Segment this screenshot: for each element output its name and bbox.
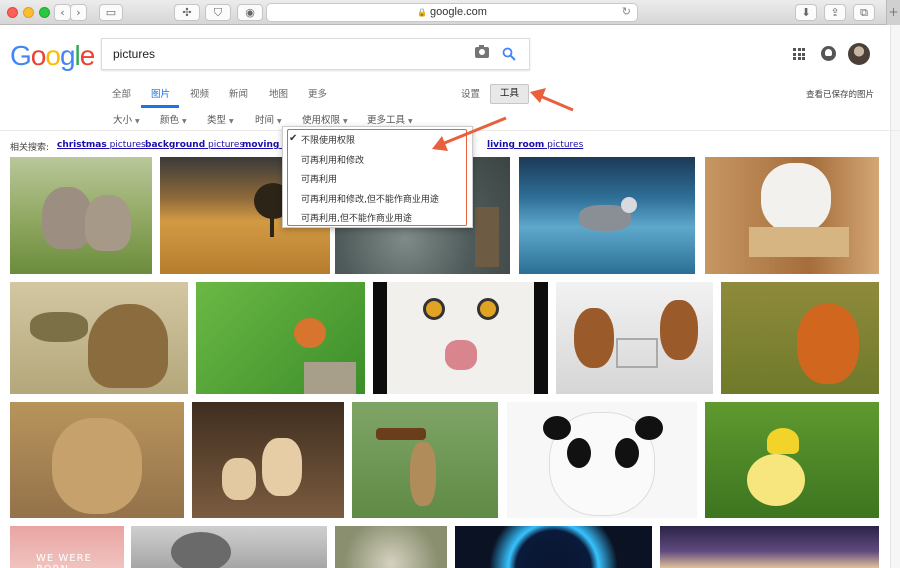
notifications-icon[interactable] (821, 46, 836, 61)
apps-grid-icon[interactable] (793, 48, 805, 60)
related-link-living-room[interactable]: living room pictures (487, 140, 583, 150)
downloads-button[interactable]: ⬇ (795, 4, 817, 21)
caret-down-icon: ▼ (343, 118, 348, 125)
forward-button[interactable]: › (70, 4, 87, 21)
google-logo[interactable]: Google (10, 40, 95, 72)
image-smoke-cloud[interactable] (131, 526, 327, 568)
filter-more-tools[interactable]: 更多工具 ▼ (367, 112, 413, 126)
plus-icon: + (888, 5, 899, 19)
pocket-button[interactable]: ⛉ (205, 4, 231, 21)
chevron-right-icon: › (76, 6, 81, 19)
new-tab-button[interactable]: + (886, 0, 900, 25)
tab-videos[interactable]: 视频 (190, 86, 209, 100)
image-fennec-foxes[interactable] (192, 402, 344, 518)
tab-all[interactable]: 全部 (112, 86, 131, 100)
tab-images[interactable]: 图片 (151, 86, 170, 100)
image-round-mirror[interactable] (335, 526, 447, 568)
puzzle-icon: ✣ (182, 6, 192, 19)
reload-icon[interactable]: ↻ (622, 4, 631, 21)
zoom-window-button[interactable] (39, 7, 50, 18)
tools-button[interactable]: 工具 (490, 84, 529, 104)
download-icon: ⬇ (801, 6, 811, 19)
image-squirrels-with-cart[interactable] (556, 282, 713, 394)
chevron-left-icon: ‹ (60, 6, 65, 19)
caret-down-icon: ▼ (135, 118, 140, 125)
back-button[interactable]: ‹ (54, 4, 71, 21)
related-link-christmas[interactable]: christmas pictures (57, 140, 146, 150)
screenshot-button[interactable]: ◉ (237, 4, 263, 21)
search-box (101, 38, 530, 70)
lock-icon: 🔒 (417, 8, 428, 17)
image-frog-with-bottle[interactable] (352, 402, 498, 518)
image-frog-and-robin[interactable] (196, 282, 365, 394)
image-we-were-born[interactable]: WE WERE BORN (10, 526, 124, 568)
annotation-highlight-box (287, 129, 467, 226)
image-lion[interactable] (10, 402, 184, 518)
tabs-icon: ⧉ (860, 6, 868, 19)
camera-icon[interactable] (475, 45, 489, 58)
caret-down-icon: ▼ (408, 118, 413, 125)
search-icon[interactable] (502, 47, 516, 61)
extension-button[interactable]: ✣ (174, 4, 200, 21)
active-tab-indicator (141, 105, 179, 108)
browser-toolbar: ‹ › ▭ ✣ ⛉ ◉ 🔒 google.com ↻ ⬇ ⇪ ⧉ + (0, 0, 900, 25)
sidebar-icon: ▭ (105, 6, 117, 19)
image-panda[interactable] (507, 402, 697, 518)
close-window-button[interactable] (7, 7, 18, 18)
url-text: google.com (430, 6, 487, 18)
share-icon: ⇪ (830, 6, 840, 19)
tab-more[interactable]: 更多 (308, 86, 327, 100)
image-white-kitten[interactable] (705, 157, 879, 274)
caret-down-icon: ▼ (182, 118, 187, 125)
tabs-overview-button[interactable]: ⧉ (853, 4, 875, 21)
settings-link[interactable]: 设置 (461, 86, 480, 100)
saved-images-link[interactable]: 查看已保存的图片 (806, 88, 874, 100)
caret-down-icon: ▼ (277, 118, 282, 125)
avatar[interactable] (848, 43, 870, 65)
search-input[interactable] (113, 46, 453, 62)
sidebar-button[interactable]: ▭ (99, 4, 123, 21)
filter-usage-rights[interactable]: 使用权限 ▼ (302, 112, 348, 126)
address-bar[interactable]: 🔒 google.com ↻ (266, 3, 638, 22)
image-planet-glow[interactable] (455, 526, 652, 568)
scrollbar[interactable] (890, 25, 900, 568)
image-husky-on-ice[interactable] (519, 157, 695, 274)
minimize-window-button[interactable] (23, 7, 34, 18)
arrow-to-tools-icon (530, 88, 574, 112)
tab-maps[interactable]: 地图 (269, 86, 288, 100)
image-red-fox[interactable] (721, 282, 879, 394)
image-snowy-owl[interactable] (373, 282, 548, 394)
image-chick-under-flower[interactable] (705, 402, 879, 518)
camera-lens-icon: ◉ (245, 6, 255, 19)
image-kittens[interactable] (10, 157, 152, 274)
filter-size[interactable]: 大小 ▼ (113, 112, 140, 126)
image-purple-sky[interactable] (660, 526, 879, 568)
share-button[interactable]: ⇪ (824, 4, 846, 21)
pocket-icon: ⛉ (213, 6, 223, 19)
filter-time[interactable]: 时间 ▼ (255, 112, 282, 126)
related-searches-label: 相关搜索: (10, 143, 50, 153)
tab-news[interactable]: 新闻 (229, 86, 248, 100)
caret-down-icon: ▼ (229, 118, 234, 125)
related-link-background[interactable]: background pictures (145, 140, 244, 150)
filter-color[interactable]: 颜色 ▼ (160, 112, 187, 126)
filter-type[interactable]: 类型 ▼ (207, 112, 234, 126)
image-bird-with-frog[interactable] (10, 282, 188, 394)
